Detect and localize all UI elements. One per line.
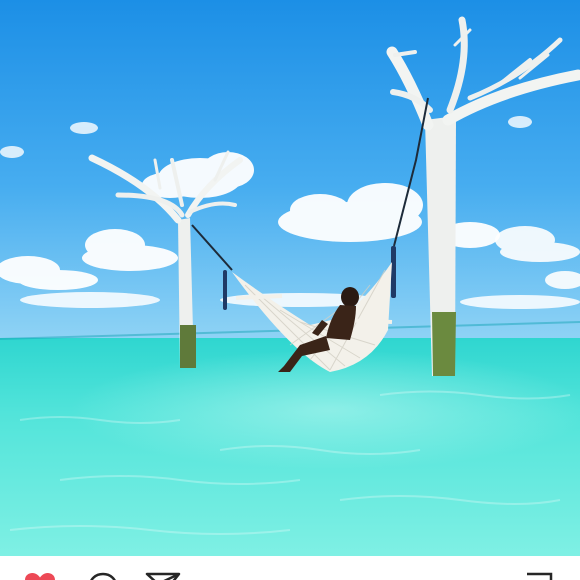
bookmark-icon[interactable] [524,572,554,580]
post-action-bar [0,556,580,580]
share-icon[interactable] [145,572,181,580]
comment-icon[interactable] [88,572,118,580]
heart-icon[interactable] [24,572,56,580]
post-photo[interactable] [0,0,580,556]
post-container [0,0,580,580]
sky [0,0,580,340]
